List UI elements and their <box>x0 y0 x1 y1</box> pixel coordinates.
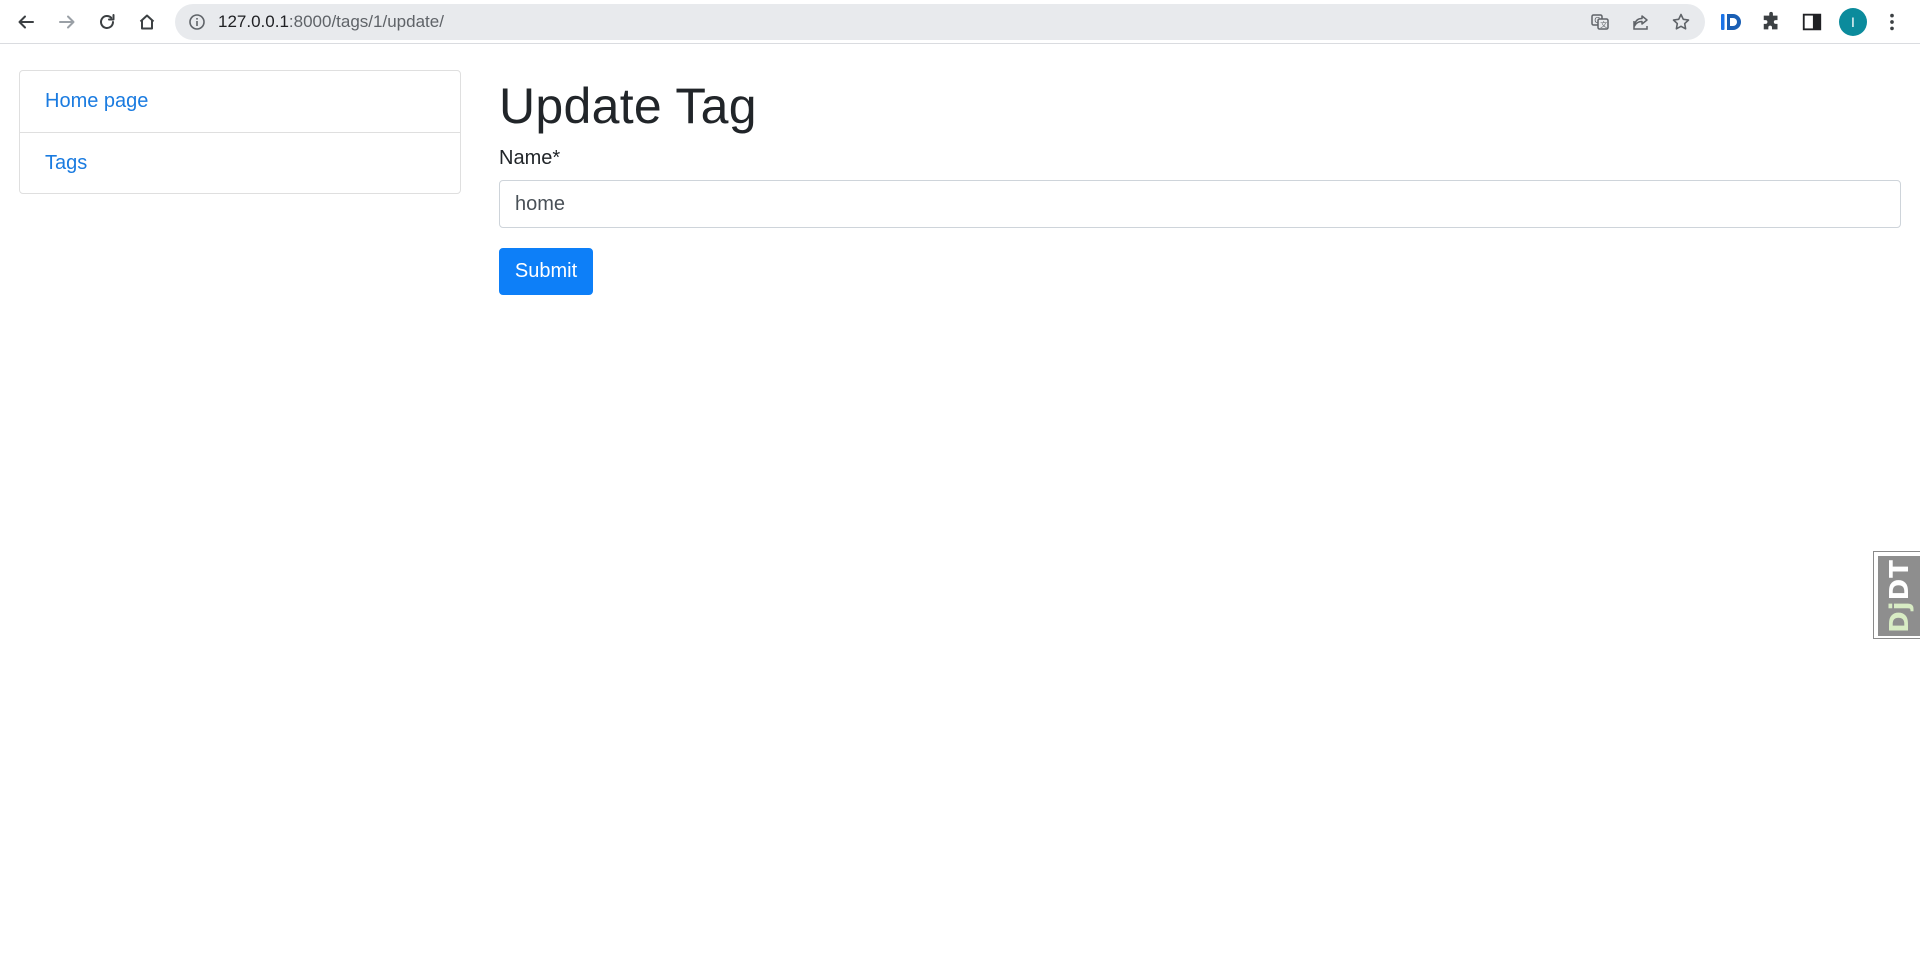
sidebar-item-home-page[interactable]: Home page <box>20 71 460 132</box>
forward-button[interactable] <box>51 6 83 38</box>
reload-icon <box>100 14 115 29</box>
url-path: :8000/tags/1/update/ <box>288 12 444 31</box>
arrow-left-icon <box>18 15 34 29</box>
djdt-dt-label: DT <box>1884 559 1915 601</box>
avatar[interactable]: I <box>1839 8 1867 36</box>
translate-icon[interactable]: G 文 <box>1590 12 1610 32</box>
sidebar-list-group: Home page Tags <box>19 70 461 194</box>
star-icon[interactable] <box>1671 12 1691 32</box>
address-bar[interactable]: 127.0.0.1:8000/tags/1/update/ G 文 <box>175 4 1705 40</box>
djdt-dj-label: Dj <box>1884 600 1915 633</box>
page-title: Update Tag <box>499 78 757 134</box>
id-extension-icon[interactable] <box>1719 10 1743 34</box>
reload-button[interactable] <box>91 6 123 38</box>
name-label: Name* <box>499 147 561 169</box>
info-icon[interactable] <box>188 13 206 31</box>
url-host: 127.0.0.1 <box>218 12 289 31</box>
arrow-right-icon <box>59 15 75 29</box>
debug-toolbar-handle[interactable]: DjDT <box>1873 551 1920 639</box>
home-icon <box>139 14 155 30</box>
share-icon[interactable] <box>1631 12 1651 32</box>
home-button[interactable] <box>131 6 163 38</box>
update-tag-form: Name* Submit <box>499 146 1901 295</box>
browser-toolbar: 127.0.0.1:8000/tags/1/update/ G 文 <box>0 0 1920 44</box>
url-text[interactable]: 127.0.0.1:8000/tags/1/update/ <box>218 4 444 40</box>
submit-button[interactable]: Submit <box>499 248 593 295</box>
svg-text:文: 文 <box>1600 20 1607 29</box>
main-content: Update Tag Name* Submit <box>499 70 1901 295</box>
sidebar-item-tags[interactable]: Tags <box>20 132 460 193</box>
kebab-menu-icon[interactable] <box>1880 10 1904 34</box>
debug-toolbar-logo: DjDT <box>1878 556 1920 636</box>
name-input[interactable] <box>499 180 1901 228</box>
back-button[interactable] <box>10 6 42 38</box>
puzzle-icon[interactable] <box>1760 10 1784 34</box>
side-panel-icon[interactable] <box>1800 10 1824 34</box>
